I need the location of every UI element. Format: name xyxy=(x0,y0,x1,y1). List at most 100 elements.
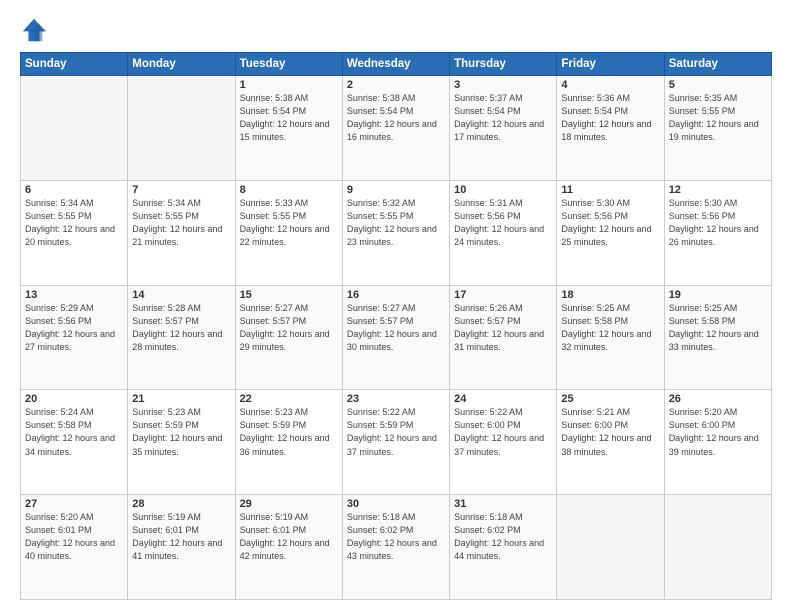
day-number: 30 xyxy=(347,498,445,510)
day-number: 11 xyxy=(561,184,659,196)
daylight-text: Daylight: 12 hours and 33 minutes. xyxy=(669,328,767,354)
sunrise-text: Sunrise: 5:23 AM xyxy=(240,406,338,419)
day-info: Sunrise: 5:24 AMSunset: 5:58 PMDaylight:… xyxy=(25,406,123,458)
day-info: Sunrise: 5:32 AMSunset: 5:55 PMDaylight:… xyxy=(347,197,445,249)
day-number: 25 xyxy=(561,393,659,405)
calendar-table: SundayMondayTuesdayWednesdayThursdayFrid… xyxy=(20,52,772,600)
sunset-text: Sunset: 5:55 PM xyxy=(240,210,338,223)
sunset-text: Sunset: 6:02 PM xyxy=(454,524,552,537)
logo xyxy=(20,16,52,44)
sunset-text: Sunset: 6:00 PM xyxy=(454,419,552,432)
daylight-text: Daylight: 12 hours and 25 minutes. xyxy=(561,223,659,249)
day-number: 24 xyxy=(454,393,552,405)
daylight-text: Daylight: 12 hours and 29 minutes. xyxy=(240,328,338,354)
sunrise-text: Sunrise: 5:35 AM xyxy=(669,92,767,105)
sunrise-text: Sunrise: 5:20 AM xyxy=(669,406,767,419)
sunrise-text: Sunrise: 5:38 AM xyxy=(240,92,338,105)
sunrise-text: Sunrise: 5:19 AM xyxy=(132,511,230,524)
sunrise-text: Sunrise: 5:19 AM xyxy=(240,511,338,524)
logo-icon xyxy=(20,16,48,44)
day-number: 8 xyxy=(240,184,338,196)
calendar-cell xyxy=(557,495,664,600)
day-number: 4 xyxy=(561,79,659,91)
sunrise-text: Sunrise: 5:24 AM xyxy=(25,406,123,419)
daylight-text: Daylight: 12 hours and 31 minutes. xyxy=(454,328,552,354)
sunset-text: Sunset: 5:57 PM xyxy=(132,315,230,328)
day-number: 31 xyxy=(454,498,552,510)
sunset-text: Sunset: 5:54 PM xyxy=(454,105,552,118)
calendar-week-5: 27Sunrise: 5:20 AMSunset: 6:01 PMDayligh… xyxy=(21,495,772,600)
calendar-cell: 3Sunrise: 5:37 AMSunset: 5:54 PMDaylight… xyxy=(450,76,557,181)
sunset-text: Sunset: 5:58 PM xyxy=(669,315,767,328)
sunset-text: Sunset: 5:57 PM xyxy=(454,315,552,328)
sunset-text: Sunset: 5:55 PM xyxy=(669,105,767,118)
page: SundayMondayTuesdayWednesdayThursdayFrid… xyxy=(0,0,792,612)
calendar-cell: 9Sunrise: 5:32 AMSunset: 5:55 PMDaylight… xyxy=(342,180,449,285)
daylight-text: Daylight: 12 hours and 40 minutes. xyxy=(25,537,123,563)
daylight-text: Daylight: 12 hours and 15 minutes. xyxy=(240,118,338,144)
day-number: 10 xyxy=(454,184,552,196)
calendar-cell: 22Sunrise: 5:23 AMSunset: 5:59 PMDayligh… xyxy=(235,390,342,495)
calendar-cell: 4Sunrise: 5:36 AMSunset: 5:54 PMDaylight… xyxy=(557,76,664,181)
sunrise-text: Sunrise: 5:28 AM xyxy=(132,302,230,315)
calendar-cell: 26Sunrise: 5:20 AMSunset: 6:00 PMDayligh… xyxy=(664,390,771,495)
sunset-text: Sunset: 5:55 PM xyxy=(25,210,123,223)
day-number: 7 xyxy=(132,184,230,196)
day-info: Sunrise: 5:26 AMSunset: 5:57 PMDaylight:… xyxy=(454,302,552,354)
day-number: 2 xyxy=(347,79,445,91)
day-number: 9 xyxy=(347,184,445,196)
day-info: Sunrise: 5:33 AMSunset: 5:55 PMDaylight:… xyxy=(240,197,338,249)
calendar-cell: 27Sunrise: 5:20 AMSunset: 6:01 PMDayligh… xyxy=(21,495,128,600)
calendar-cell: 31Sunrise: 5:18 AMSunset: 6:02 PMDayligh… xyxy=(450,495,557,600)
day-number: 28 xyxy=(132,498,230,510)
weekday-header-saturday: Saturday xyxy=(664,53,771,76)
sunset-text: Sunset: 5:57 PM xyxy=(240,315,338,328)
day-info: Sunrise: 5:18 AMSunset: 6:02 PMDaylight:… xyxy=(347,511,445,563)
sunrise-text: Sunrise: 5:25 AM xyxy=(669,302,767,315)
daylight-text: Daylight: 12 hours and 37 minutes. xyxy=(347,432,445,458)
weekday-header-thursday: Thursday xyxy=(450,53,557,76)
calendar-cell: 5Sunrise: 5:35 AMSunset: 5:55 PMDaylight… xyxy=(664,76,771,181)
sunrise-text: Sunrise: 5:30 AM xyxy=(669,197,767,210)
day-info: Sunrise: 5:27 AMSunset: 5:57 PMDaylight:… xyxy=(347,302,445,354)
daylight-text: Daylight: 12 hours and 17 minutes. xyxy=(454,118,552,144)
sunrise-text: Sunrise: 5:22 AM xyxy=(454,406,552,419)
day-info: Sunrise: 5:23 AMSunset: 5:59 PMDaylight:… xyxy=(240,406,338,458)
day-info: Sunrise: 5:18 AMSunset: 6:02 PMDaylight:… xyxy=(454,511,552,563)
daylight-text: Daylight: 12 hours and 39 minutes. xyxy=(669,432,767,458)
sunrise-text: Sunrise: 5:31 AM xyxy=(454,197,552,210)
sunset-text: Sunset: 5:55 PM xyxy=(132,210,230,223)
daylight-text: Daylight: 12 hours and 43 minutes. xyxy=(347,537,445,563)
calendar-cell: 14Sunrise: 5:28 AMSunset: 5:57 PMDayligh… xyxy=(128,285,235,390)
sunrise-text: Sunrise: 5:18 AM xyxy=(347,511,445,524)
sunset-text: Sunset: 6:01 PM xyxy=(25,524,123,537)
daylight-text: Daylight: 12 hours and 18 minutes. xyxy=(561,118,659,144)
day-info: Sunrise: 5:34 AMSunset: 5:55 PMDaylight:… xyxy=(132,197,230,249)
day-info: Sunrise: 5:36 AMSunset: 5:54 PMDaylight:… xyxy=(561,92,659,144)
sunset-text: Sunset: 5:56 PM xyxy=(454,210,552,223)
day-info: Sunrise: 5:29 AMSunset: 5:56 PMDaylight:… xyxy=(25,302,123,354)
sunrise-text: Sunrise: 5:37 AM xyxy=(454,92,552,105)
day-number: 29 xyxy=(240,498,338,510)
sunrise-text: Sunrise: 5:26 AM xyxy=(454,302,552,315)
sunrise-text: Sunrise: 5:25 AM xyxy=(561,302,659,315)
calendar-cell: 17Sunrise: 5:26 AMSunset: 5:57 PMDayligh… xyxy=(450,285,557,390)
day-info: Sunrise: 5:31 AMSunset: 5:56 PMDaylight:… xyxy=(454,197,552,249)
day-info: Sunrise: 5:34 AMSunset: 5:55 PMDaylight:… xyxy=(25,197,123,249)
sunrise-text: Sunrise: 5:32 AM xyxy=(347,197,445,210)
daylight-text: Daylight: 12 hours and 27 minutes. xyxy=(25,328,123,354)
daylight-text: Daylight: 12 hours and 24 minutes. xyxy=(454,223,552,249)
sunset-text: Sunset: 6:00 PM xyxy=(561,419,659,432)
day-info: Sunrise: 5:30 AMSunset: 5:56 PMDaylight:… xyxy=(561,197,659,249)
calendar-cell: 20Sunrise: 5:24 AMSunset: 5:58 PMDayligh… xyxy=(21,390,128,495)
sunrise-text: Sunrise: 5:20 AM xyxy=(25,511,123,524)
daylight-text: Daylight: 12 hours and 37 minutes. xyxy=(454,432,552,458)
day-info: Sunrise: 5:20 AMSunset: 6:00 PMDaylight:… xyxy=(669,406,767,458)
daylight-text: Daylight: 12 hours and 19 minutes. xyxy=(669,118,767,144)
day-info: Sunrise: 5:27 AMSunset: 5:57 PMDaylight:… xyxy=(240,302,338,354)
day-number: 19 xyxy=(669,289,767,301)
day-number: 20 xyxy=(25,393,123,405)
day-info: Sunrise: 5:19 AMSunset: 6:01 PMDaylight:… xyxy=(132,511,230,563)
calendar-cell: 6Sunrise: 5:34 AMSunset: 5:55 PMDaylight… xyxy=(21,180,128,285)
sunrise-text: Sunrise: 5:36 AM xyxy=(561,92,659,105)
